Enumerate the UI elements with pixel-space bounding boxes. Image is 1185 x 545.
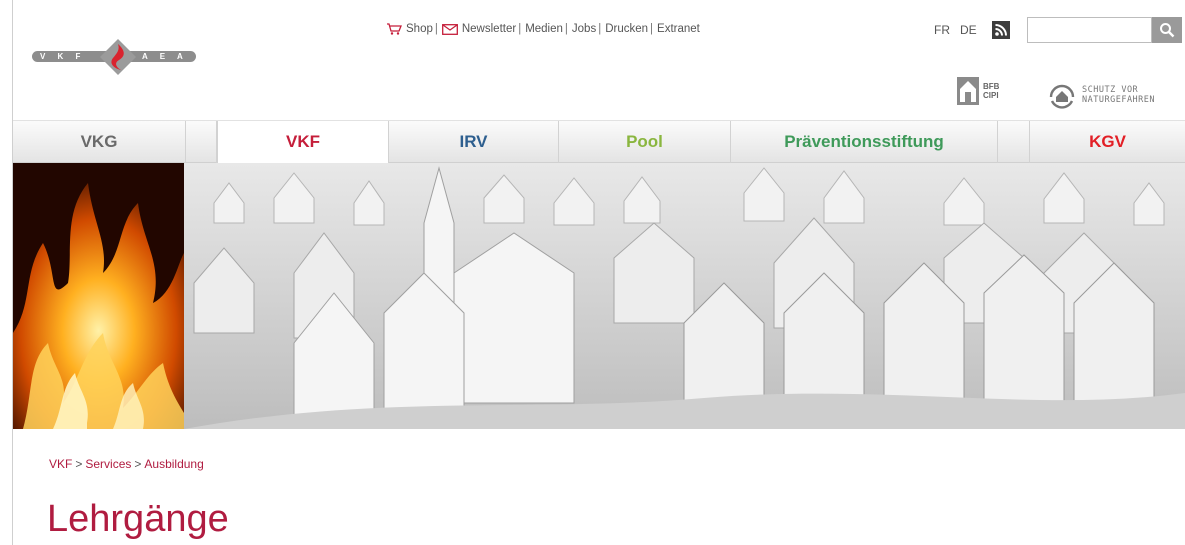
nav-newsletter-label: Newsletter [461, 23, 517, 35]
envelope-icon [441, 23, 458, 35]
logo-mark-icon [100, 39, 136, 75]
nav-extranet-link[interactable]: Extranet [657, 23, 700, 35]
breadcrumb-vkf-link[interactable]: VKF [49, 457, 72, 471]
search-button[interactable] [1152, 17, 1182, 43]
breadcrumb-separator: > [75, 457, 83, 471]
utility-nav: Shop | Newsletter | Medien | Jobs | Druc… [386, 23, 700, 35]
logo-text-aeai: A E A I [142, 52, 188, 72]
bfb-cipi-logo[interactable]: BFB CIPI [956, 76, 999, 106]
cart-icon [387, 23, 402, 35]
nav-separator: | [598, 23, 602, 35]
nav-separator: | [434, 23, 438, 35]
tab-kgv[interactable]: KGV [1030, 121, 1185, 163]
breadcrumb-ausbildung-link[interactable]: Ausbildung [144, 457, 203, 471]
nav-drucken-link[interactable]: Drucken [605, 23, 648, 35]
tab-pool[interactable]: Pool [559, 121, 731, 163]
nav-separator: | [564, 23, 568, 35]
breadcrumb-services-link[interactable]: Services [85, 457, 131, 471]
bfb-building-icon [957, 77, 979, 105]
nav-jobs-link[interactable]: Jobs [572, 23, 596, 35]
vkf-aeai-logo[interactable]: V K F A E A I [32, 38, 198, 76]
fire-graphic [13, 163, 184, 429]
tab-vkf[interactable]: VKF [217, 121, 389, 163]
language-de-link[interactable]: DE [960, 23, 977, 37]
tab-irv[interactable]: IRV [389, 121, 559, 163]
nav-separator: | [518, 23, 522, 35]
schutz-line1: SCHUTZ VOR [1082, 85, 1139, 95]
tab-spacer [998, 121, 1030, 163]
page-title: Lehrgänge [47, 498, 229, 540]
rss-glyph [995, 24, 1007, 36]
city-model-image [184, 163, 1185, 429]
breadcrumb-separator: > [134, 457, 142, 471]
nav-separator: | [650, 23, 654, 35]
nav-newsletter-link[interactable]: Newsletter [441, 23, 517, 35]
fire-image [13, 163, 184, 429]
logo-text-vkf: V K F [40, 52, 86, 61]
schutz-text: SCHUTZ VOR NATURGEFAHREN [1082, 85, 1155, 105]
naturgefahren-house-icon [1049, 84, 1075, 109]
tab-vkg[interactable]: VKG [13, 121, 186, 163]
schutz-naturgefahren-logo[interactable]: SCHUTZ VOR NATURGEFAHREN [1047, 80, 1155, 110]
search-input[interactable] [1027, 17, 1152, 43]
bfb-line2: CIPI [983, 91, 999, 100]
city-model-graphic [184, 163, 1185, 429]
tab-spacer [186, 121, 217, 163]
breadcrumb: VKF > Services > Ausbildung [49, 457, 204, 471]
nav-shop-link[interactable]: Shop [386, 23, 433, 35]
bfb-text: BFB CIPI [983, 82, 999, 100]
search-icon [1160, 23, 1175, 38]
language-fr-link[interactable]: FR [934, 23, 950, 37]
bfb-line1: BFB [983, 82, 1000, 91]
rss-icon[interactable] [992, 21, 1010, 39]
tab-praeventionsstiftung[interactable]: Präventionsstiftung [731, 121, 998, 163]
schutz-line2: NATURGEFAHREN [1082, 95, 1156, 105]
main-tabs: VKG VKF IRV Pool Präventionsstiftung KGV [13, 120, 1185, 163]
nav-medien-link[interactable]: Medien [525, 23, 563, 35]
nav-shop-label: Shop [406, 23, 433, 35]
